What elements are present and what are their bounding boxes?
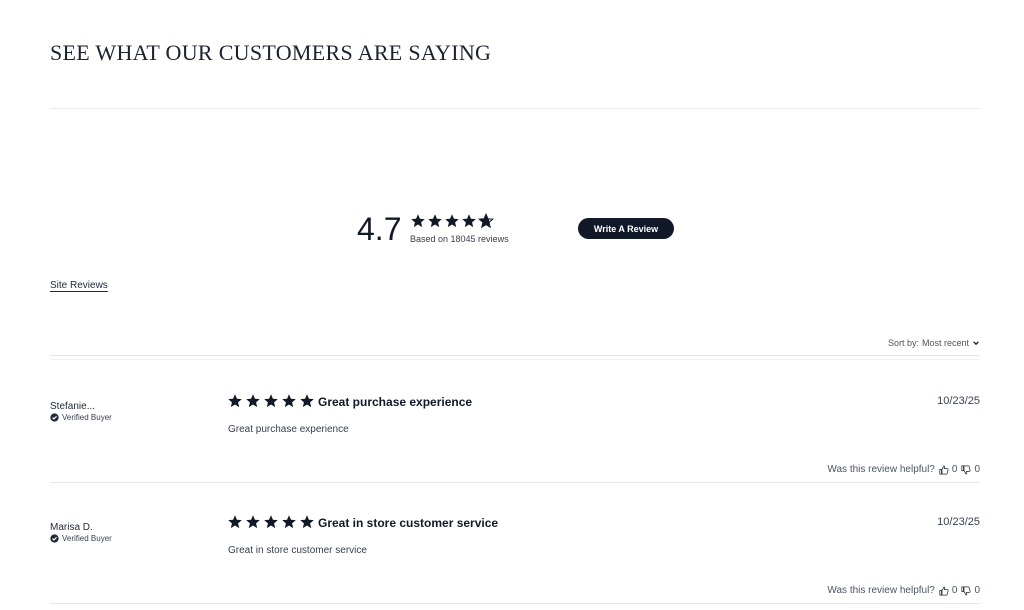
review-title: Great purchase experience (318, 395, 473, 409)
star-icon (299, 514, 315, 530)
review-title: Great in store customer service (318, 516, 499, 530)
star-icon (281, 514, 297, 530)
chevron-down-icon (972, 339, 980, 347)
list-divider (50, 355, 980, 356)
review-divider (50, 603, 980, 604)
check-circle-icon (50, 413, 59, 422)
write-review-button[interactable]: Write A Review (578, 218, 674, 239)
verified-buyer-label: Verified Buyer (62, 413, 112, 422)
star-icon (263, 393, 279, 409)
star-icon (227, 514, 243, 530)
review-count: Based on 18045 reviews (410, 234, 509, 244)
review-body: Great in store customer service (228, 545, 367, 556)
star-icon (245, 393, 261, 409)
review-stars (227, 393, 315, 409)
helpful-row: Was this review helpful? 0 0 (827, 585, 980, 596)
page-title: SEE WHAT OUR CUSTOMERS ARE SAYING (50, 40, 492, 65)
review-date: 10/23/25 (937, 395, 980, 407)
thumbs-up-button[interactable]: 0 (939, 585, 958, 596)
star-icon (410, 213, 426, 229)
reviewer-name: Stefanie... (50, 401, 96, 412)
helpful-label: Was this review helpful? (827, 464, 935, 475)
verified-buyer-badge: Verified Buyer (50, 534, 112, 543)
reviewer-name: Marisa D. (50, 522, 93, 533)
average-rating: 4.7 (357, 211, 402, 247)
review-stars (227, 514, 315, 530)
thumbs-down-button[interactable]: 0 (961, 585, 980, 596)
sort-dropdown[interactable]: Sort by: Most recent (888, 338, 980, 348)
helpful-row: Was this review helpful? 0 0 (827, 464, 980, 475)
thumbs-down-count: 0 (974, 585, 980, 596)
review-item: Marisa D. Verified Buyer Great in store … (50, 484, 980, 604)
sort-value: Most recent (921, 338, 969, 348)
review-body: Great purchase experience (228, 424, 349, 435)
star-icon (444, 213, 460, 229)
star-icon (245, 514, 261, 530)
thumbs-up-count: 0 (951, 585, 958, 596)
thumbs-down-count: 0 (974, 464, 980, 475)
review-item: Stefanie... Verified Buyer Great purchas… (50, 363, 980, 483)
star-icon (281, 393, 297, 409)
star-icon (227, 393, 243, 409)
thumbs-up-count: 0 (951, 464, 958, 475)
verified-buyer-badge: Verified Buyer (50, 413, 112, 422)
summary-stars (410, 213, 494, 229)
thumbs-up-icon (939, 586, 949, 596)
thumbs-down-icon (961, 585, 971, 596)
review-divider (50, 482, 980, 483)
list-divider (50, 359, 980, 360)
thumbs-down-button[interactable]: 0 (961, 464, 980, 475)
check-circle-icon (50, 534, 59, 543)
verified-buyer-label: Verified Buyer (62, 534, 112, 543)
star-icon (427, 213, 443, 229)
tab-site-reviews[interactable]: Site Reviews (50, 280, 108, 291)
star-icon (299, 393, 315, 409)
thumbs-down-icon (961, 464, 971, 475)
review-date: 10/23/25 (937, 516, 980, 528)
half-star-icon (478, 213, 494, 229)
star-icon (461, 213, 477, 229)
helpful-label: Was this review helpful? (827, 585, 935, 596)
sort-label: Sort by: (887, 338, 919, 348)
thumbs-up-icon (939, 465, 949, 475)
thumbs-up-button[interactable]: 0 (939, 464, 958, 475)
star-icon (263, 514, 279, 530)
top-divider (50, 108, 980, 109)
